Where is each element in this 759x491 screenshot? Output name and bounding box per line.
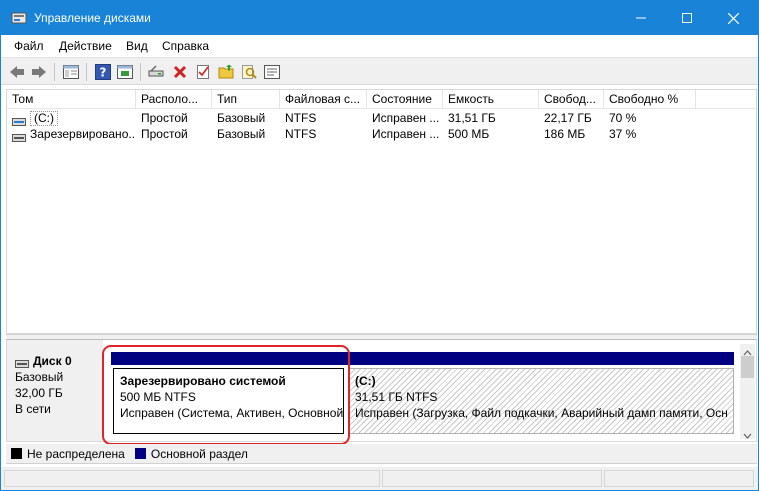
column-header-capacity[interactable]: Емкость xyxy=(443,90,539,109)
legend-label-primary: Основной раздел xyxy=(150,446,248,461)
svg-text:?: ? xyxy=(100,66,107,80)
toolbar: ? xyxy=(1,57,758,85)
column-header-layout[interactable]: Располо... xyxy=(136,90,212,109)
column-header-status[interactable]: Состояние xyxy=(367,90,443,109)
menu-action[interactable]: Действие xyxy=(59,39,112,53)
volume-free-percent: 70 % xyxy=(609,111,637,125)
toolbar-separator xyxy=(140,63,141,81)
menu-help[interactable]: Справка xyxy=(162,39,209,53)
volume-capacity: 31,51 ГБ xyxy=(448,111,496,125)
disk-graphical-view: Диск 0 Базовый 32,00 ГБ В сети Зарезерви… xyxy=(6,339,757,445)
checklist-icon[interactable] xyxy=(194,63,212,81)
volume-list[interactable]: Том Располо... Тип Файловая с... Состоян… xyxy=(6,89,758,334)
disk-management-window: Управление дисками Файл Действие Вид Спр… xyxy=(0,0,759,491)
legend-swatch-unallocated xyxy=(11,448,22,459)
partition-body: (C:) 31,51 ГБ NTFS Исправен (Загрузка, Ф… xyxy=(349,368,734,434)
volume-layout: Простой xyxy=(141,127,188,141)
partition-c-drive[interactable]: (C:) 31,51 ГБ NTFS Исправен (Загрузка, Ф… xyxy=(349,352,734,438)
status-segment xyxy=(4,470,380,487)
volume-name: Зарезервировано... xyxy=(30,127,136,141)
volume-type: Базовый xyxy=(217,127,266,141)
disk-icon xyxy=(15,357,29,368)
console-tree-icon[interactable] xyxy=(62,63,80,81)
properties-icon[interactable] xyxy=(116,63,134,81)
volume-filesystem: NTFS xyxy=(285,111,317,125)
partition-color-bar xyxy=(349,352,734,365)
volume-layout: Простой xyxy=(141,111,188,125)
volume-capacity: 500 МБ xyxy=(448,127,490,141)
volume-status: Исправен ... xyxy=(372,127,440,141)
menu-view[interactable]: Вид xyxy=(126,39,148,53)
scroll-down-icon[interactable] xyxy=(743,429,752,439)
disk-info-panel[interactable]: Диск 0 Базовый 32,00 ГБ В сети xyxy=(7,340,103,441)
toolbar-separator xyxy=(54,63,55,81)
close-button[interactable] xyxy=(710,1,756,35)
minimize-button[interactable] xyxy=(618,1,664,35)
volume-free: 186 МБ xyxy=(544,127,586,141)
volume-icon xyxy=(12,130,26,142)
disk-name: Диск 0 xyxy=(33,354,72,368)
help-icon[interactable]: ? xyxy=(94,63,112,81)
status-segment xyxy=(382,470,602,487)
disk-size: 32,00 ГБ xyxy=(15,386,63,400)
graph-vertical-scrollbar[interactable] xyxy=(740,344,755,439)
legend-bar: Не распределена Основной раздел xyxy=(6,444,757,464)
forward-arrow-icon[interactable] xyxy=(30,63,48,81)
menu-bar: Файл Действие Вид Справка xyxy=(1,35,758,57)
scroll-thumb[interactable] xyxy=(741,356,754,378)
close-icon xyxy=(727,12,739,24)
volume-status: Исправен ... xyxy=(372,111,440,125)
partition-size: 31,51 ГБ NTFS xyxy=(355,390,438,404)
minimize-icon xyxy=(636,17,646,19)
partition-title: (C:) xyxy=(355,374,376,388)
table-row[interactable]: Зарезервировано... Простой Базовый NTFS … xyxy=(7,126,752,142)
status-bar xyxy=(1,467,758,490)
volume-icon xyxy=(12,114,26,126)
disk-management-icon xyxy=(11,10,27,26)
column-header-free[interactable]: Свобод... xyxy=(539,90,604,109)
status-segment xyxy=(604,470,754,487)
search-icon[interactable] xyxy=(240,63,258,81)
maximize-icon xyxy=(682,13,692,23)
settings-list-icon[interactable] xyxy=(263,63,281,81)
disk-state: В сети xyxy=(15,402,51,416)
connect-disk-icon[interactable] xyxy=(147,63,165,81)
volume-list-header: Том Располо... Тип Файловая с... Состоян… xyxy=(7,90,758,109)
volume-free-percent: 37 % xyxy=(609,127,637,141)
open-folder-icon[interactable] xyxy=(217,63,235,81)
legend-label-unallocated: Не распределена xyxy=(27,446,125,461)
column-header-filesystem[interactable]: Файловая с... xyxy=(280,90,367,109)
disk-type: Базовый xyxy=(15,370,64,384)
legend-swatch-primary xyxy=(134,448,146,459)
toolbar-separator xyxy=(86,63,87,81)
maximize-button[interactable] xyxy=(664,1,710,35)
table-row[interactable]: (C:) Простой Базовый NTFS Исправен ... 3… xyxy=(7,110,752,126)
volume-filesystem: NTFS xyxy=(285,127,317,141)
menu-file[interactable]: Файл xyxy=(14,39,44,53)
column-header-free-percent[interactable]: Свободно % xyxy=(604,90,696,109)
partition-status: Исправен (Загрузка, Файл подкачки, Авари… xyxy=(355,406,728,420)
volume-name: (C:) xyxy=(30,110,58,126)
delete-icon[interactable] xyxy=(171,63,189,81)
volume-name-cell: Зарезервировано... xyxy=(7,126,136,142)
volume-type: Базовый xyxy=(217,111,266,125)
volume-free: 22,17 ГБ xyxy=(544,111,592,125)
back-arrow-icon[interactable] xyxy=(8,63,26,81)
column-header-volume[interactable]: Том xyxy=(7,90,136,109)
disk-title: Диск 0 xyxy=(15,353,103,369)
scroll-up-icon[interactable] xyxy=(743,346,752,356)
column-header-type[interactable]: Тип xyxy=(212,90,280,109)
highlight-outline xyxy=(102,345,350,445)
title-bar[interactable]: Управление дисками xyxy=(1,1,758,35)
volume-name-cell: (C:) xyxy=(7,110,136,126)
window-title: Управление дисками xyxy=(34,11,151,25)
